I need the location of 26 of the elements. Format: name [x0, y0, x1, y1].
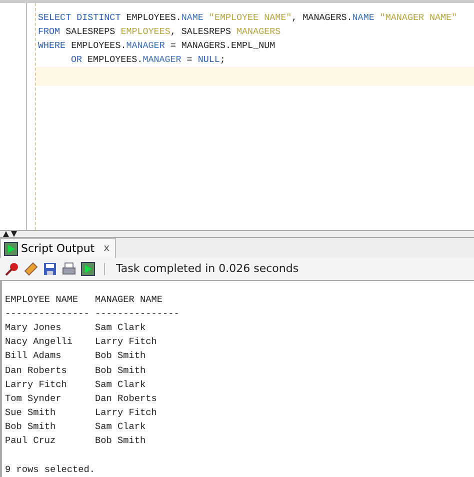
eraser-icon[interactable]	[24, 262, 38, 276]
code-line: WHERE EMPLOYEES.MANAGER = MANAGERS.EMPL_NUM	[37, 39, 276, 53]
pin-icon[interactable]	[5, 262, 19, 276]
print-icon[interactable]	[62, 262, 76, 276]
output-line: Dan Roberts Bob Smith	[5, 364, 147, 378]
script-icon	[4, 242, 18, 256]
rows-selected-message: 9 rows selected.	[5, 462, 96, 477]
output-line: Bob Smith Sam Clark	[5, 420, 147, 434]
output-line: Tom Synder Dan Roberts	[5, 392, 158, 406]
output-line: Nacy Angelli Larry Fitch	[5, 335, 158, 350]
collapse-arrows-icon[interactable]	[3, 231, 17, 238]
close-tab-button[interactable]: x	[104, 243, 110, 254]
output-line: EMPLOYEE NAME MANAGER NAME	[5, 292, 164, 307]
script-output-tab[interactable]: Script Output x	[0, 238, 116, 258]
save-icon[interactable]	[43, 262, 57, 276]
output-line: Mary Jones Sam Clark	[5, 320, 147, 335]
script-icon[interactable]	[81, 262, 95, 276]
code-line: FROM SALESREPS EMPLOYEES, SALESREPS MANAGERS	[37, 25, 282, 39]
output-line: Bill Adams Bob Smith	[5, 349, 147, 364]
output-line: Larry Fitch Sam Clark	[5, 378, 147, 392]
code-line: SELECT DISTINCT EMPLOYEES.NAME "EMPLOYEE NAME", MANAGERS.NAME "MANAGER NAME"	[37, 11, 458, 25]
output-line: --------------- ---------------	[5, 306, 180, 321]
status-text: Task completed in 0.026 seconds	[116, 262, 299, 276]
output-line: Paul Cruz Bob Smith	[5, 434, 147, 448]
output-line: Sue Smith Larry Fitch	[5, 406, 158, 420]
code-line: OR EMPLOYEES.MANAGER = NULL;	[70, 53, 226, 67]
